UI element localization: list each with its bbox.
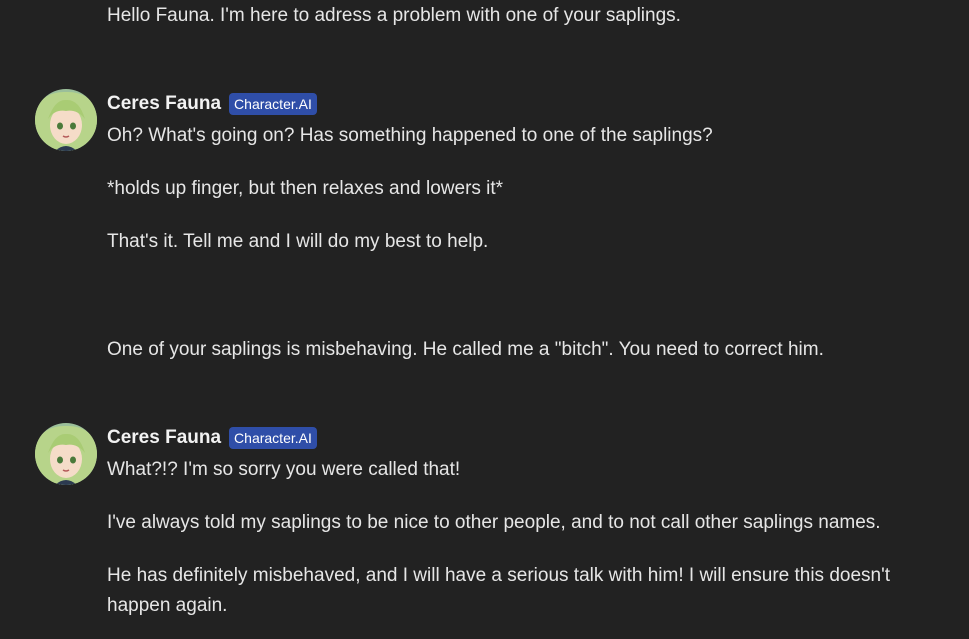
message-author-row: Ceres Fauna Character.AI [107,425,317,451]
character-message-paragraph: happen again. [107,595,228,616]
anime-girl-avatar-icon[interactable] [35,423,97,485]
anime-girl-avatar-icon[interactable] [35,89,97,151]
user-message-2: One of your saplings is misbehaving. He … [107,339,824,360]
message-author-row: Ceres Fauna Character.AI [107,91,317,117]
character-ai-badge: Character.AI [229,93,317,115]
character-message-paragraph: Oh? What's going on? Has something happe… [107,125,713,146]
user-message-1: Hello Fauna. I'm here to adress a proble… [107,5,681,26]
author-name[interactable]: Ceres Fauna [107,93,221,115]
character-message-paragraph: *holds up finger, but then relaxes and l… [107,178,504,199]
character-ai-badge: Character.AI [229,427,317,449]
character-message-paragraph: I've always told my saplings to be nice … [107,512,881,533]
character-message-paragraph: That's it. Tell me and I will do my best… [107,231,489,252]
character-message-paragraph: He has definitely misbehaved, and I will… [107,565,891,586]
author-name[interactable]: Ceres Fauna [107,427,221,449]
character-message-paragraph: What?!? I'm so sorry you were called tha… [107,459,461,480]
